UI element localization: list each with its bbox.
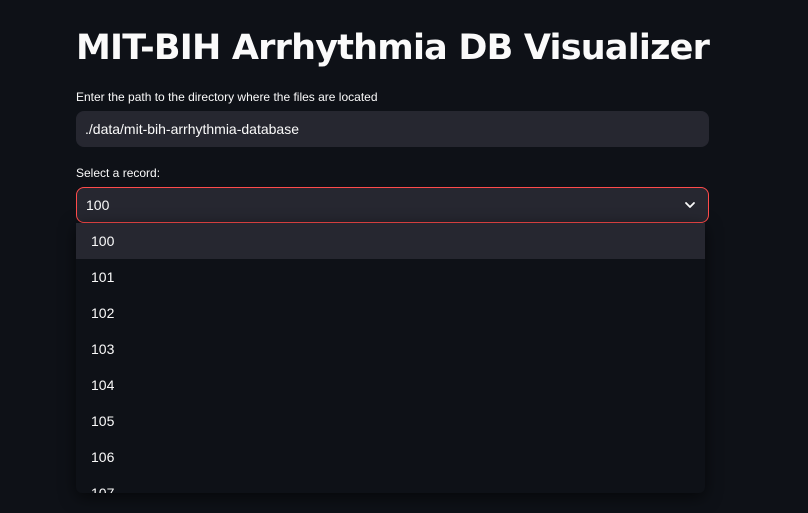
path-input[interactable] <box>76 111 709 147</box>
dropdown-option[interactable]: 103 <box>76 331 705 367</box>
dropdown-option[interactable]: 106 <box>76 439 705 475</box>
dropdown-option[interactable]: 100 <box>76 223 705 259</box>
chevron-down-icon[interactable] <box>684 199 696 211</box>
record-select[interactable]: 100 <box>76 187 709 223</box>
app-page: MIT-BIH Arrhythmia DB Visualizer Enter t… <box>0 0 808 513</box>
dropdown-option[interactable]: 104 <box>76 367 705 403</box>
dropdown-option[interactable]: 101 <box>76 259 705 295</box>
record-select-label: Select a record: <box>76 166 161 180</box>
page-title: MIT-BIH Arrhythmia DB Visualizer <box>76 28 710 68</box>
dropdown-option[interactable]: 105 <box>76 403 705 439</box>
dropdown-option[interactable]: 107 <box>76 475 705 493</box>
path-input-label: Enter the path to the directory where th… <box>76 90 378 104</box>
record-select-value: 100 <box>86 197 110 213</box>
record-dropdown-list: 100 101 102 103 104 105 106 107 <box>76 223 705 493</box>
dropdown-option[interactable]: 102 <box>76 295 705 331</box>
